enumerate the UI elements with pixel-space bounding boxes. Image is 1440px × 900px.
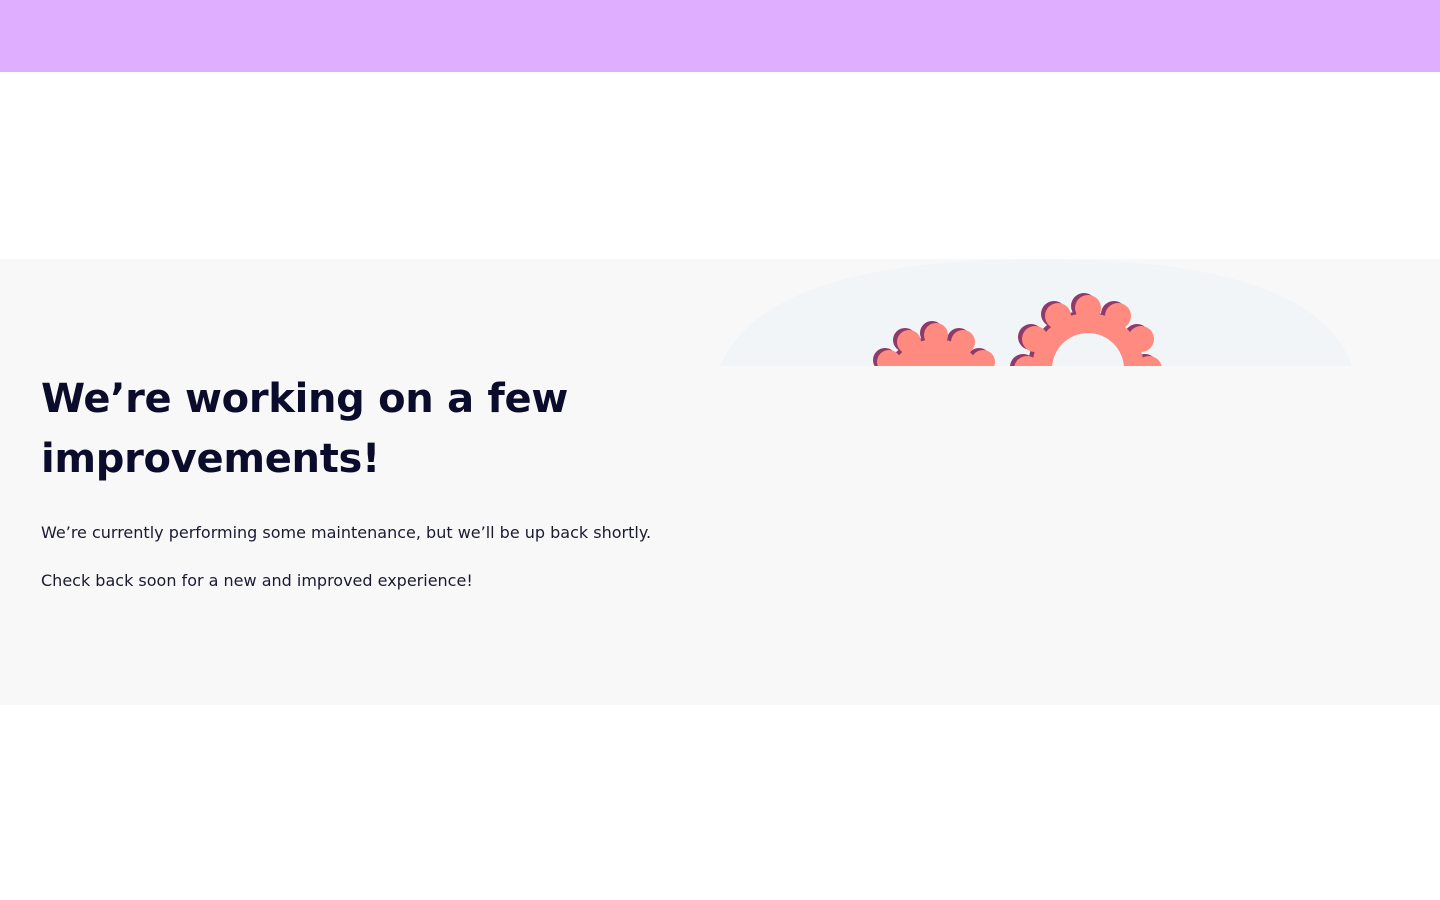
- header-area: [0, 72, 1440, 259]
- top-bar: [0, 0, 1440, 72]
- footer-area: [0, 705, 1440, 900]
- maintenance-illustration: [720, 259, 1360, 366]
- maintenance-headline: We’re working on a few improvements!: [41, 376, 568, 482]
- maintenance-message: We’re currently performing some maintena…: [41, 523, 652, 542]
- check-back-message: Check back soon for a new and improved e…: [41, 571, 473, 590]
- maintenance-section: We’re working on a few improvements! We’…: [0, 259, 1440, 705]
